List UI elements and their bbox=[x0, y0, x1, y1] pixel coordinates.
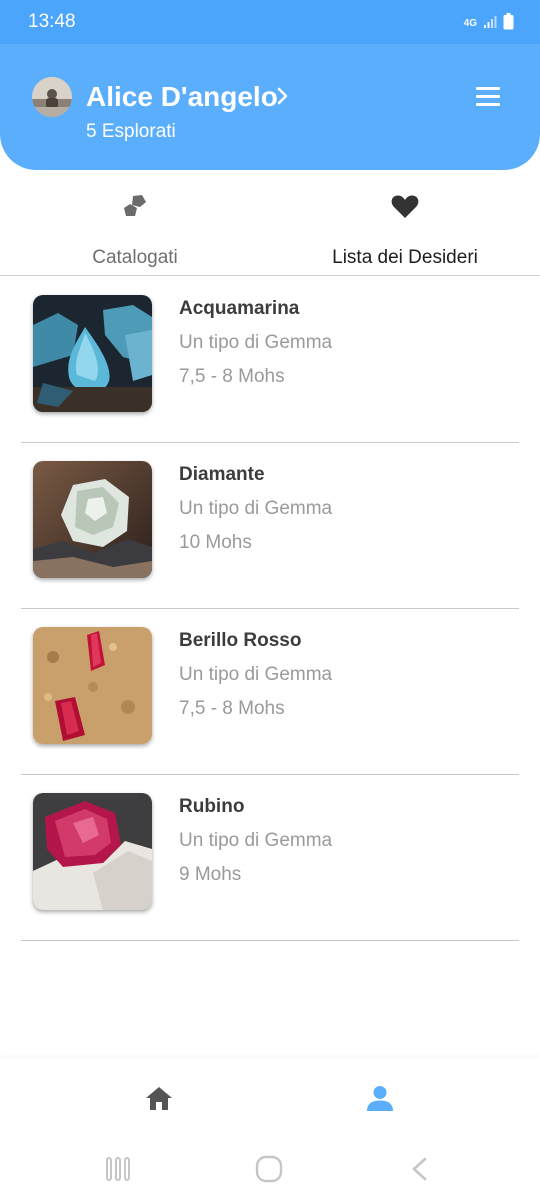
gem-hardness: 7,5 - 8 Mohs bbox=[179, 366, 285, 387]
gem-type: Un tipo di Gemma bbox=[179, 498, 333, 519]
menu-icon[interactable] bbox=[476, 87, 502, 109]
tab-cataloged-label: Catalogati bbox=[92, 247, 178, 268]
gem-name: Acquamarina bbox=[179, 298, 300, 319]
tab-wishlist[interactable]: Lista dei Desideri bbox=[270, 170, 540, 276]
home-circle-icon[interactable] bbox=[255, 1155, 283, 1188]
ruby-image bbox=[33, 793, 152, 910]
wishlist-screen: 13:48 4G Alice D'angelo 5 Esplorati Cata… bbox=[0, 0, 540, 1200]
recents-icon[interactable] bbox=[105, 1156, 131, 1187]
tab-cataloged[interactable]: Catalogati bbox=[0, 170, 270, 276]
list-item[interactable]: Acquamarina Un tipo di Gemma 7,5 - 8 Moh… bbox=[0, 277, 540, 443]
gem-name: Rubino bbox=[179, 796, 245, 817]
profile-icon[interactable] bbox=[366, 1084, 394, 1117]
bottom-nav bbox=[0, 1058, 540, 1144]
signal-icon bbox=[483, 15, 497, 34]
back-icon[interactable] bbox=[408, 1156, 430, 1187]
gem-type: Un tipo di Gemma bbox=[179, 664, 333, 685]
list-item[interactable]: Rubino Un tipo di Gemma 9 Mohs bbox=[0, 775, 540, 941]
tab-bar: Catalogati Lista dei Desideri bbox=[0, 170, 540, 276]
profile-header: Alice D'angelo 5 Esplorati bbox=[0, 44, 540, 170]
gem-hardness: 10 Mohs bbox=[179, 532, 252, 553]
list-item[interactable]: Berillo Rosso Un tipo di Gemma 7,5 - 8 M… bbox=[0, 609, 540, 775]
user-name[interactable]: Alice D'angelo bbox=[86, 81, 278, 113]
gem-type: Un tipo di Gemma bbox=[179, 830, 333, 851]
tab-wishlist-label: Lista dei Desideri bbox=[332, 247, 478, 268]
status-icons: 4G bbox=[464, 13, 514, 35]
red-beryl-image bbox=[33, 627, 152, 744]
battery-icon bbox=[503, 13, 514, 35]
home-icon[interactable] bbox=[144, 1085, 174, 1117]
heart-icon bbox=[391, 194, 419, 224]
gem-name: Berillo Rosso bbox=[179, 630, 302, 651]
gem-type: Un tipo di Gemma bbox=[179, 332, 333, 353]
rocks-icon bbox=[122, 194, 148, 223]
aquamarine-image bbox=[33, 295, 152, 412]
status-time: 13:48 bbox=[28, 11, 76, 32]
system-nav bbox=[0, 1144, 540, 1200]
avatar[interactable] bbox=[32, 77, 72, 117]
explored-count: 5 Esplorati bbox=[86, 121, 176, 142]
diamond-image bbox=[33, 461, 152, 578]
wishlist-list: Acquamarina Un tipo di Gemma 7,5 - 8 Moh… bbox=[0, 277, 540, 941]
status-bar: 13:48 4G bbox=[0, 0, 540, 44]
gem-name: Diamante bbox=[179, 464, 265, 485]
list-item[interactable]: Diamante Un tipo di Gemma 10 Mohs bbox=[0, 443, 540, 609]
network-label: 4G bbox=[463, 18, 477, 29]
gem-hardness: 7,5 - 8 Mohs bbox=[179, 698, 285, 719]
divider bbox=[21, 940, 519, 941]
chevron-right-icon[interactable] bbox=[276, 86, 290, 111]
gem-hardness: 9 Mohs bbox=[179, 864, 242, 885]
